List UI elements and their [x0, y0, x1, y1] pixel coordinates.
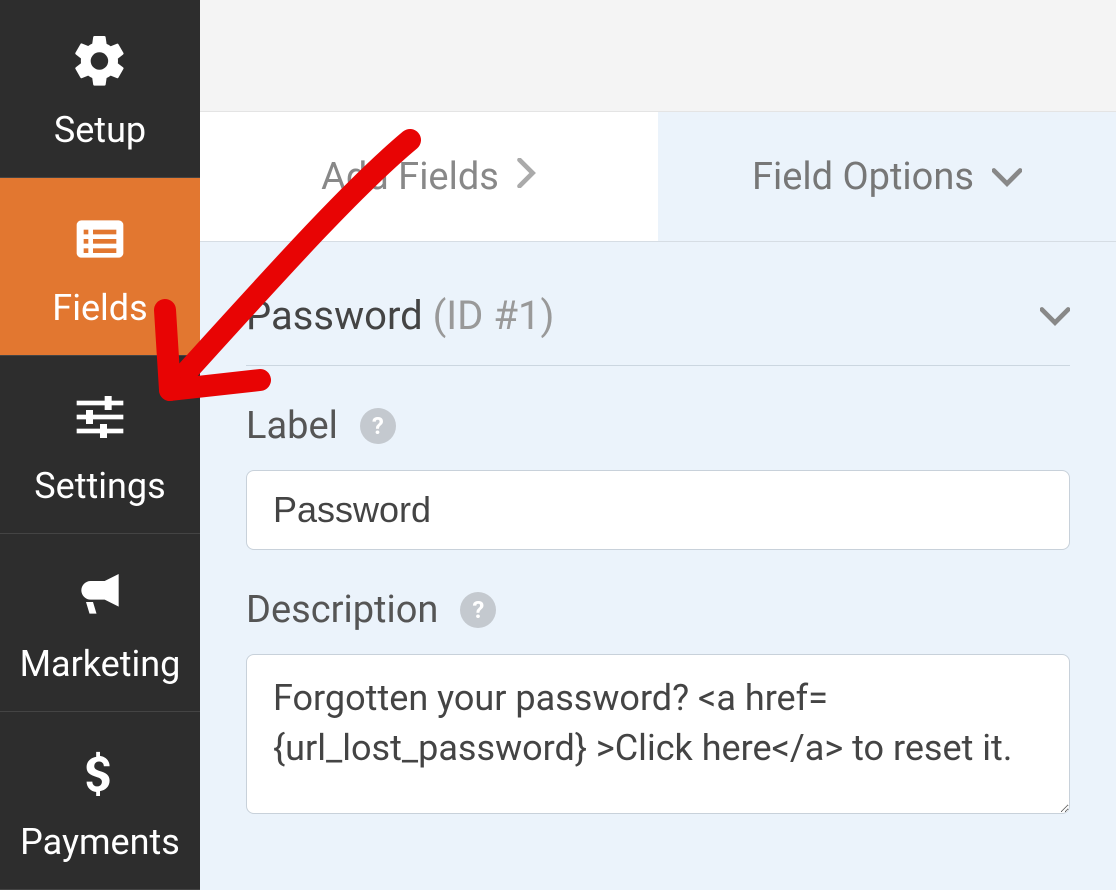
tab-add-fields[interactable]: Add Fields [200, 112, 658, 241]
description-group: Description ? [246, 588, 1070, 818]
tab-label: Add Fields [321, 155, 499, 199]
chevron-right-icon [517, 157, 537, 197]
panel-header[interactable]: Password (ID #1) [246, 242, 1070, 365]
sidebar-item-label: Settings [34, 465, 165, 507]
sidebar-item-settings[interactable]: Settings [0, 356, 200, 534]
field-label: Label [246, 404, 338, 448]
sidebar-item-fields[interactable]: Fields [0, 178, 200, 356]
sidebar-item-label: Fields [52, 287, 147, 329]
divider [246, 365, 1070, 366]
tab-field-options[interactable]: Field Options [658, 112, 1116, 241]
panel-id: (ID #1) [433, 292, 555, 339]
chevron-down-icon [992, 157, 1022, 197]
topbar [200, 0, 1116, 112]
sliders-icon [66, 383, 134, 451]
description-input[interactable] [246, 654, 1070, 814]
help-icon[interactable]: ? [360, 408, 396, 444]
sidebar-item-label: Marketing [20, 643, 181, 685]
label-input[interactable] [246, 470, 1070, 550]
sidebar: Setup Fields Settings Marketing Payments [0, 0, 200, 890]
tabs: Add Fields Field Options [200, 112, 1116, 242]
sidebar-item-label: Setup [54, 109, 146, 151]
tab-label: Field Options [752, 155, 974, 199]
chevron-down-icon [1040, 297, 1070, 335]
sidebar-item-label: Payments [20, 821, 180, 863]
list-icon [66, 205, 134, 273]
field-label: Description [246, 588, 438, 632]
panel-title: Password (ID #1) [246, 292, 554, 339]
sidebar-item-payments[interactable]: Payments [0, 712, 200, 890]
field-options-panel: Password (ID #1) Label ? Description ? [200, 242, 1116, 890]
gear-icon [66, 27, 134, 95]
sidebar-item-marketing[interactable]: Marketing [0, 534, 200, 712]
label-group: Label ? [246, 404, 1070, 550]
help-icon[interactable]: ? [460, 592, 496, 628]
main: Add Fields Field Options Password (ID #1… [200, 0, 1116, 890]
bullhorn-icon [66, 561, 134, 629]
dollar-icon [66, 739, 134, 807]
sidebar-item-setup[interactable]: Setup [0, 0, 200, 178]
